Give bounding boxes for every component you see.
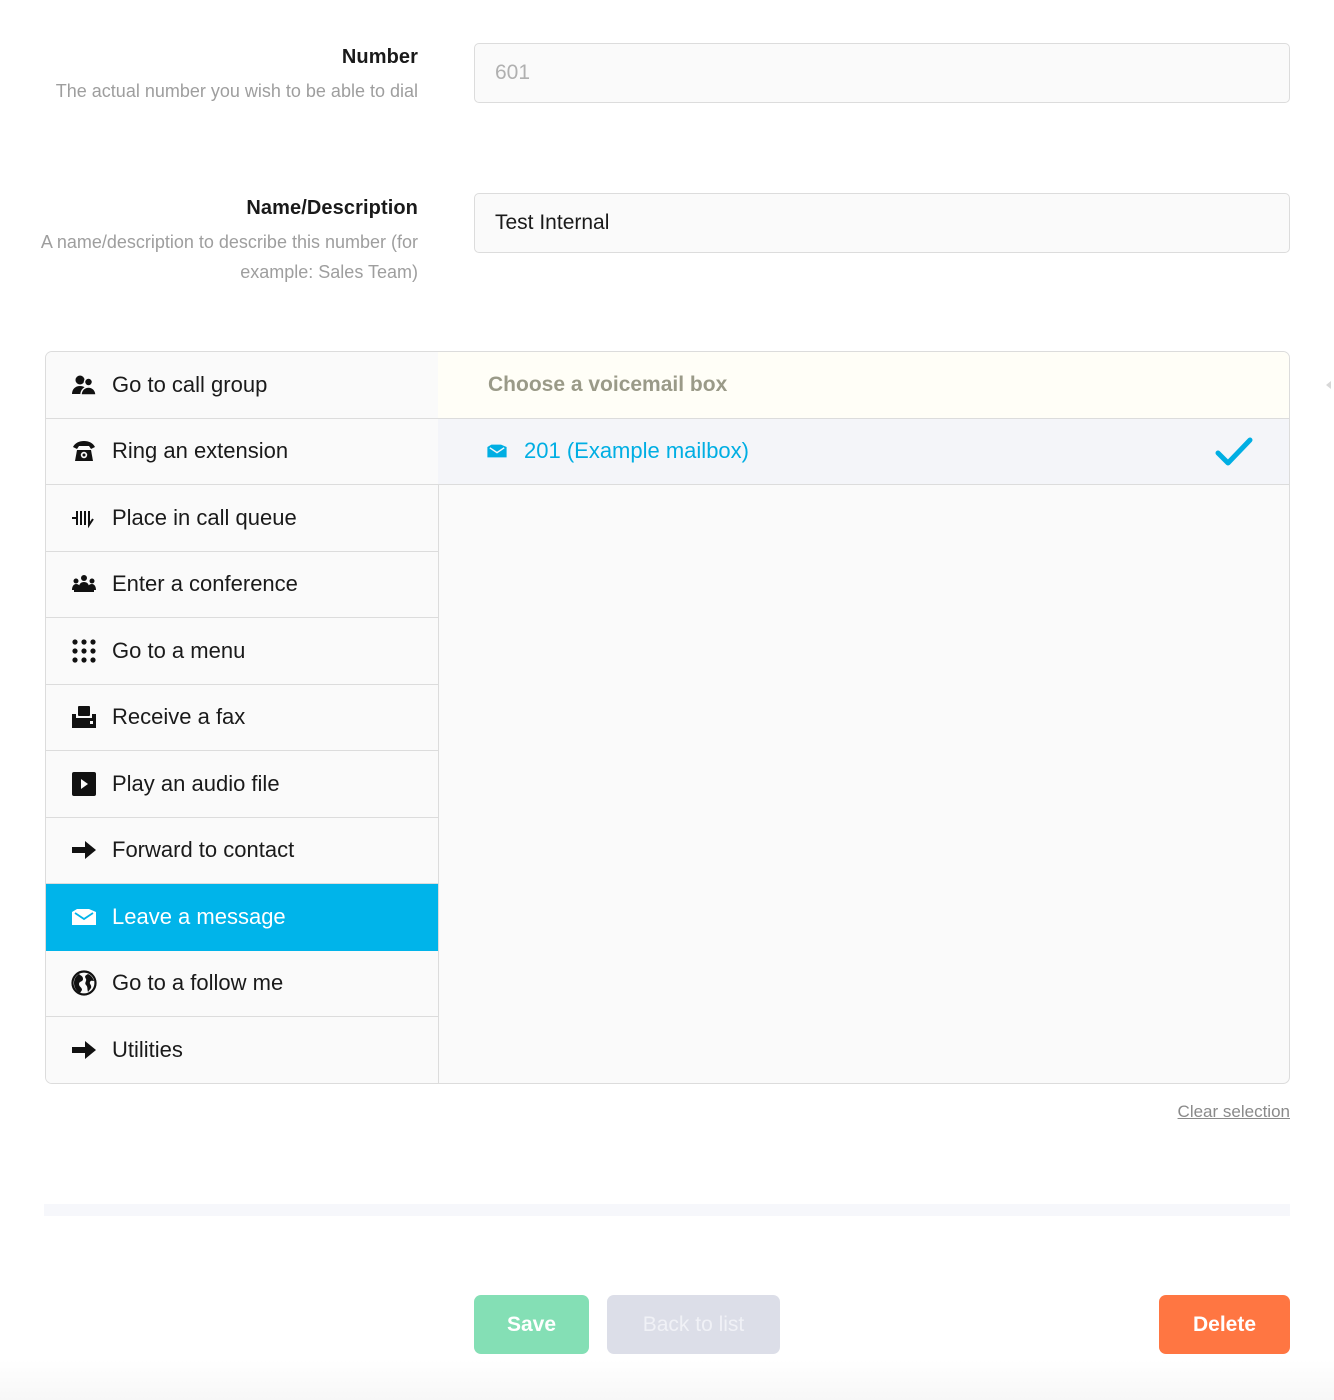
destination-panel: Go to call group Ring an extension Place… bbox=[45, 351, 1290, 1084]
description-help-text: A name/description to describe this numb… bbox=[40, 232, 418, 282]
action-label: Go to a menu bbox=[112, 637, 246, 663]
number-label: Number bbox=[341, 46, 418, 68]
play-icon bbox=[70, 771, 98, 797]
conference-icon bbox=[70, 571, 98, 597]
number-label-group: Number The actual number you wish to be … bbox=[38, 44, 418, 106]
action-label: Go to call group bbox=[112, 371, 268, 397]
queue-icon bbox=[70, 505, 98, 531]
bottom-fade bbox=[0, 1360, 1334, 1400]
action-item-utilities[interactable]: Utilities bbox=[46, 1017, 438, 1083]
fax-icon bbox=[70, 704, 98, 730]
description-label: Name/Description bbox=[246, 197, 418, 219]
checkmark-icon bbox=[1215, 437, 1253, 472]
collapse-handle-icon[interactable] bbox=[1326, 381, 1331, 389]
action-item-call-queue[interactable]: Place in call queue bbox=[46, 485, 438, 552]
action-label: Forward to contact bbox=[112, 837, 295, 863]
action-item-conference[interactable]: Enter a conference bbox=[46, 551, 438, 618]
users-icon bbox=[70, 372, 98, 398]
action-label: Play an audio file bbox=[112, 770, 280, 796]
arrow-right-icon bbox=[70, 837, 98, 863]
delete-button[interactable]: Delete bbox=[1159, 1295, 1290, 1354]
action-item-call-group[interactable]: Go to call group bbox=[46, 352, 438, 419]
action-list: Go to call group Ring an extension Place… bbox=[46, 352, 439, 1083]
action-item-fax[interactable]: Receive a fax bbox=[46, 684, 438, 751]
globe-icon bbox=[70, 970, 98, 996]
save-button[interactable]: Save bbox=[474, 1295, 589, 1354]
action-label: Receive a fax bbox=[112, 704, 246, 730]
action-item-follow-me[interactable]: Go to a follow me bbox=[46, 950, 438, 1017]
voicemail-option-label: 201 (Example mailbox) bbox=[524, 438, 749, 464]
action-label: Place in call queue bbox=[112, 504, 297, 530]
description-input[interactable] bbox=[474, 193, 1290, 253]
number-help-text: The actual number you wish to be able to… bbox=[55, 81, 418, 101]
envelope-icon bbox=[486, 443, 510, 459]
voicemail-option[interactable]: 201 (Example mailbox) bbox=[438, 418, 1289, 485]
action-item-ring-extension[interactable]: Ring an extension bbox=[46, 418, 438, 485]
envelope-icon bbox=[70, 904, 98, 930]
action-label: Utilities bbox=[112, 1037, 183, 1063]
phone-icon bbox=[70, 438, 98, 464]
action-item-menu[interactable]: Go to a menu bbox=[46, 618, 438, 685]
action-label: Enter a conference bbox=[112, 571, 298, 597]
action-label: Ring an extension bbox=[112, 438, 289, 464]
voicemail-chooser: Choose a voicemail box 201 (Example mail… bbox=[438, 352, 1289, 1083]
chooser-title: Choose a voicemail box bbox=[488, 372, 728, 396]
number-input[interactable] bbox=[474, 43, 1290, 103]
action-item-forward-contact[interactable]: Forward to contact bbox=[46, 817, 438, 884]
keypad-icon bbox=[70, 638, 98, 664]
section-divider bbox=[44, 1204, 1290, 1216]
clear-selection-link[interactable]: Clear selection bbox=[1178, 1102, 1290, 1122]
description-label-group: Name/Description A name/description to d… bbox=[38, 195, 418, 287]
action-item-audio[interactable]: Play an audio file bbox=[46, 751, 438, 818]
back-to-list-button[interactable]: Back to list bbox=[607, 1295, 780, 1354]
action-label: Leave a message bbox=[112, 903, 286, 929]
action-label: Go to a follow me bbox=[112, 970, 284, 996]
chooser-header: Choose a voicemail box bbox=[438, 352, 1289, 419]
action-item-leave-message[interactable]: Leave a message bbox=[46, 884, 438, 951]
arrow-right-icon bbox=[70, 1037, 98, 1063]
